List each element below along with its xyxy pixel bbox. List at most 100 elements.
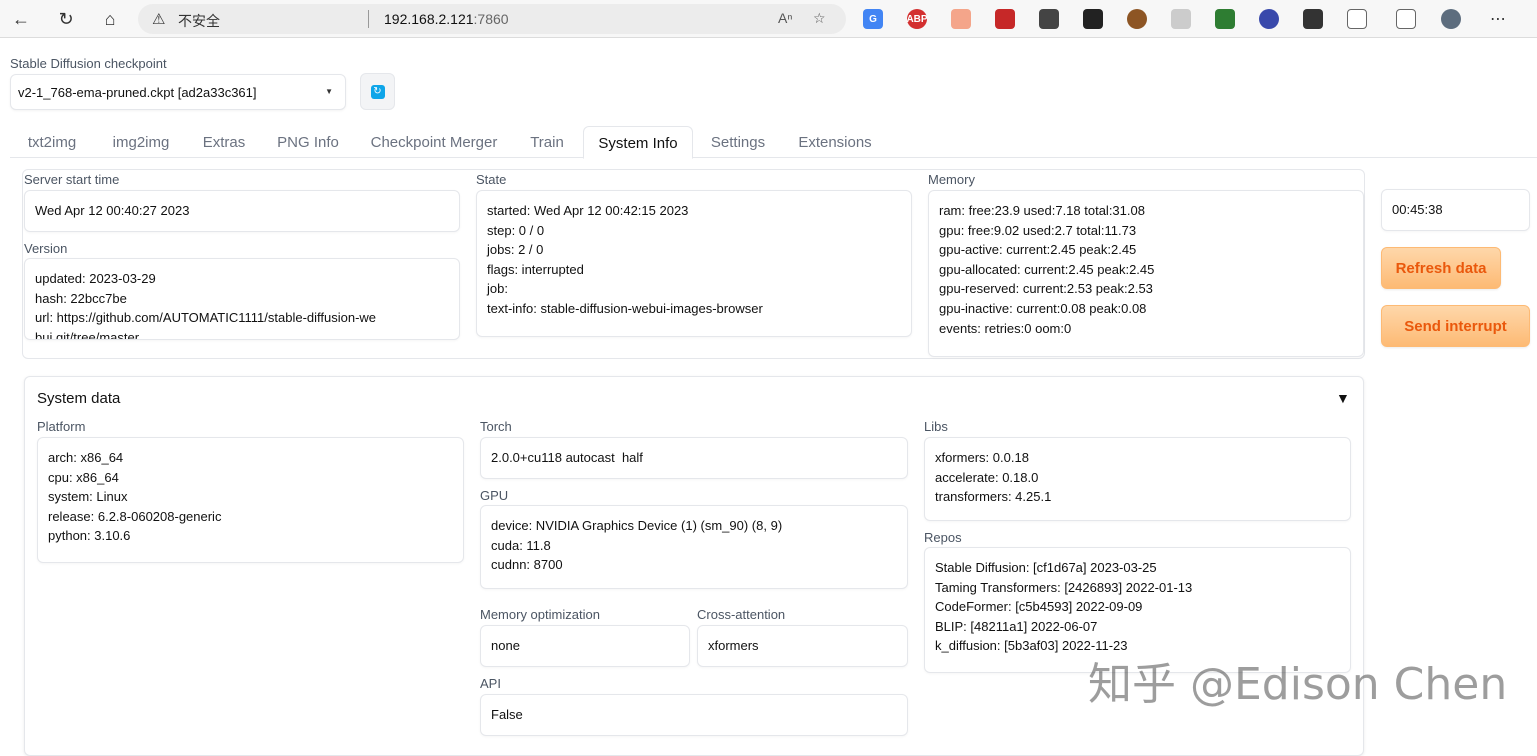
tab-settings[interactable]: Settings	[702, 126, 774, 158]
state-box: started: Wed Apr 12 00:42:15 2023 step: …	[476, 190, 912, 337]
platform-box: arch: x86_64 cpu: x86_64 system: Linux r…	[37, 437, 464, 563]
tab-checkpoint-merger[interactable]: Checkpoint Merger	[360, 126, 508, 158]
tab-extras[interactable]: Extras	[192, 126, 256, 158]
state-line: job:	[487, 281, 508, 297]
state-line: jobs: 2 / 0	[487, 242, 544, 258]
tab-bar: txt2img img2img Extras PNG Info Checkpoi…	[10, 126, 1537, 159]
state-line: text-info: stable-diffusion-webui-images…	[487, 300, 763, 316]
reload-icon[interactable]: ↻	[53, 6, 79, 32]
tab-txt2img[interactable]: txt2img	[14, 126, 90, 158]
api-box: False	[480, 694, 908, 736]
memory-line: gpu-reserved: current:2.53 peak:2.53	[939, 281, 1153, 297]
platform-line: system: Linux	[48, 489, 128, 505]
server-start-value: Wed Apr 12 00:40:27 2023	[35, 203, 190, 218]
tab-train[interactable]: Train	[520, 126, 574, 158]
url-port: :7860	[473, 11, 509, 27]
torch-value: 2.0.0+cu118 autocast half	[491, 450, 643, 465]
gpu-line: device: NVIDIA Graphics Device (1) (sm_9…	[491, 518, 783, 533]
refresh-checkpoint-button[interactable]: ↻	[360, 73, 395, 110]
platform-label: Platform	[37, 419, 86, 434]
memory-line: gpu: free:9.02 used:2.7 total:11.73	[939, 222, 1137, 238]
repos-line: Stable Diffusion: [cf1d67a] 2023-03-25	[935, 560, 1157, 575]
libs-box: xformers: 0.0.18 accelerate: 0.18.0 tran…	[924, 437, 1351, 521]
memory-optimization-value: none	[491, 638, 520, 653]
version-box: updated: 2023-03-29 hash: 22bcc7be url: …	[24, 258, 460, 340]
memory-line: gpu-inactive: current:0.08 peak:0.08	[939, 300, 1147, 316]
avatar[interactable]	[1441, 9, 1461, 29]
cross-attention-box: xformers	[697, 625, 908, 667]
libs-line: xformers: 0.0.18	[935, 450, 1029, 465]
memory-box: ram: free:23.9 used:7.18 total:31.08 gpu…	[928, 190, 1364, 357]
watermark: 知乎 @Edison Chen	[1088, 659, 1508, 710]
checkpoint-value: v2-1_768-ema-pruned.ckpt [ad2a33c361]	[18, 85, 257, 100]
checkpoint-select[interactable]: v2-1_768-ema-pruned.ckpt [ad2a33c361] ▼	[10, 74, 346, 110]
refresh-data-button[interactable]: Refresh data	[1381, 247, 1501, 289]
gpu-box: device: NVIDIA Graphics Device (1) (sm_9…	[480, 505, 908, 589]
search-extension-icon[interactable]	[1259, 9, 1279, 29]
extension-icon[interactable]	[1083, 9, 1103, 29]
torch-label: Torch	[480, 419, 512, 434]
memory-optimization-label: Memory optimization	[480, 607, 600, 622]
repos-label: Repos	[924, 530, 962, 545]
read-aloud-icon[interactable]: Aⁿ	[778, 10, 792, 26]
favorite-icon[interactable]: ☆	[813, 10, 826, 27]
address-separator	[368, 10, 369, 28]
gpu-label: GPU	[480, 488, 509, 503]
server-start-box: Wed Apr 12 00:40:27 2023	[24, 190, 460, 232]
refresh-icon: ↻	[370, 84, 385, 99]
download-extension-icon[interactable]	[1215, 9, 1235, 29]
api-value: False	[491, 707, 523, 722]
send-interrupt-button[interactable]: Send interrupt	[1381, 305, 1530, 347]
tab-png-info[interactable]: PNG Info	[268, 126, 348, 158]
insecure-label: 不安全	[178, 13, 220, 29]
clock-box: 00:45:38	[1381, 189, 1530, 231]
cross-attention-value: xformers	[708, 638, 759, 653]
memory-line: ram: free:23.9 used:7.18 total:31.08	[939, 203, 1145, 218]
memory-optimization-box: none	[480, 625, 690, 667]
cross-attention-label: Cross-attention	[697, 607, 786, 622]
chart-extension-icon[interactable]	[1039, 9, 1059, 29]
warning-icon: ⚠	[152, 11, 166, 28]
clock-value: 00:45:38	[1392, 202, 1443, 217]
tab-extensions[interactable]: Extensions	[790, 126, 880, 158]
cookie-extension-icon[interactable]	[1127, 9, 1147, 29]
gpu-line: cuda: 11.8	[491, 537, 551, 553]
home-icon[interactable]: ⌂	[97, 6, 123, 32]
url-text: 192.168.2.121:7860	[384, 11, 509, 27]
collapse-triangle-icon[interactable]: ▼	[1336, 390, 1350, 406]
caret-down-icon: ▼	[325, 87, 333, 96]
libs-line: accelerate: 0.18.0	[935, 469, 1039, 485]
puzzle-icon[interactable]	[1347, 9, 1367, 29]
repos-line: BLIP: [48211a1] 2022-06-07	[935, 618, 1098, 634]
version-label: Version	[24, 241, 68, 256]
version-url: url: https://github.com/AUTOMATIC1111/st…	[35, 310, 377, 340]
back-icon[interactable]: ←	[8, 6, 34, 32]
state-line: flags: interrupted	[487, 261, 584, 277]
collections-icon[interactable]	[1396, 9, 1416, 29]
checkpoint-label: Stable Diffusion checkpoint	[10, 56, 167, 71]
more-icon[interactable]: ⋯	[1485, 6, 1511, 32]
libs-line: transformers: 4.25.1	[935, 489, 1052, 505]
tab-img2img[interactable]: img2img	[102, 126, 180, 158]
platform-line: arch: x86_64	[48, 450, 124, 465]
libs-label: Libs	[924, 419, 948, 434]
state-line: step: 0 / 0	[487, 222, 545, 238]
server-start-label: Server start time	[24, 172, 120, 187]
api-label: API	[480, 676, 501, 691]
extension-icon[interactable]	[995, 9, 1015, 29]
extension-icon[interactable]	[1171, 9, 1191, 29]
extension-icon[interactable]	[1303, 9, 1323, 29]
platform-line: release: 6.2.8-060208-generic	[48, 508, 222, 524]
platform-line: cpu: x86_64	[48, 469, 119, 485]
browser-toolbar: ← ↻ ⌂ ⚠ 不安全 192.168.2.121:7860 Aⁿ ☆ G AB…	[0, 0, 1537, 38]
address-bar[interactable]: ⚠ 不安全 192.168.2.121:7860 Aⁿ ☆	[138, 4, 846, 34]
tab-system-info[interactable]: System Info	[583, 126, 693, 159]
memory-line: events: retries:0 oom:0	[939, 320, 1072, 336]
adblock-extension-icon[interactable]: ABP	[906, 9, 928, 29]
extension-icon[interactable]	[951, 9, 971, 29]
gpu-line: cudnn: 8700	[491, 557, 563, 573]
repos-line: CodeFormer: [c5b4593] 2022-09-09	[935, 599, 1143, 615]
memory-label: Memory	[928, 172, 975, 187]
version-updated: updated: 2023-03-29	[35, 271, 156, 286]
translate-extension-icon[interactable]: G	[863, 9, 883, 29]
